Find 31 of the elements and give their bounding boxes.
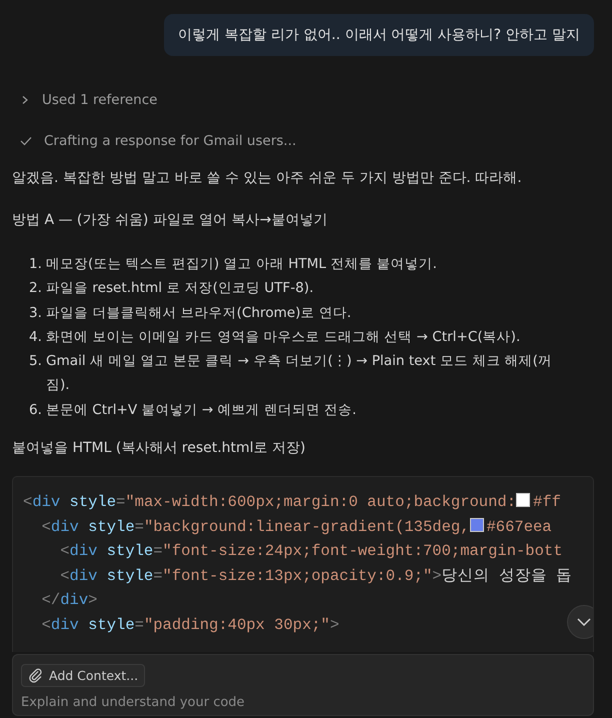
step-number: 4. (29, 328, 42, 347)
method-heading: 방법 A — (가장 쉬움) 파일로 열어 복사→붙여넣기 (12, 211, 328, 230)
step-number: 6. (29, 400, 42, 420)
step-number: 2. (29, 279, 42, 298)
step-number: 3. (29, 304, 42, 323)
paperclip-icon (28, 668, 43, 684)
scroll-down-button[interactable] (567, 605, 593, 640)
code-line: <div style="background:linear-gradient(135deg, #667eea (40, 516, 552, 538)
response-paragraph: 알겠음. 복잡한 방법 말고 바로 쓸 수 있는 아주 쉬운 두 가지 방법만 준다. 따라해. (12, 169, 523, 188)
step-text: 파일을 더블클릭해서 브라우저(Chrome)로 연다. (46, 304, 352, 323)
progress-label: Crafting a response for Gmail users... (44, 133, 296, 149)
chat-input-field[interactable]: Add Context... Explain and understand your code (12, 654, 594, 716)
code-line: <div style="padding:40px 30px;"> (40, 615, 340, 636)
step-text: 파일을 reset.html 로 저장(인코딩 UTF-8). (46, 279, 314, 298)
step-text: 화면에 보이는 이메일 카드 영역을 마우스로 드래그해 선택 → Ctrl+C(복사). (46, 328, 520, 347)
step-number: 1. (29, 255, 42, 274)
add-context-button[interactable]: Add Context... (21, 664, 146, 688)
checkmark-icon (20, 136, 32, 146)
step-text: 메모장(또는 텍스트 편집기) 열고 아래 HTML 전체를 붙여넣기. (46, 255, 437, 274)
step-text: Gmail 새 메일 열고 본문 클릭 → 우측 더보기(⋮) → Plain text 모드 체크 해제(꺼짐). (46, 352, 553, 396)
chevron-right-icon[interactable] (20, 95, 30, 105)
user-message: 이렇게 복잡할 리가 없어.. 이래서 어떻게 사용하니? 안하고 말지 (164, 14, 594, 56)
code-line: <div style="font-size:24px;font-weight:700;margin-bott (59, 541, 563, 562)
code-line: <div style="max-width:600px;margin:0 auto;background: #ff (23, 492, 561, 514)
progress-label[interactable]: Used 1 reference (42, 92, 158, 108)
step-number: 5. (29, 352, 42, 372)
code-line: <div style="font-size:13px;opacity:0.9;">당신의 성장을 돕 (59, 566, 572, 587)
step-text: 본문에 Ctrl+V 붙여넣기 → 예쁘게 렌더되면 전송. (46, 400, 356, 420)
code-caption: 붙여넣을 HTML (복사해서 reset.html로 저장) (12, 439, 306, 458)
chevron-down-icon (577, 618, 591, 626)
code-line: </div> (40, 590, 98, 612)
